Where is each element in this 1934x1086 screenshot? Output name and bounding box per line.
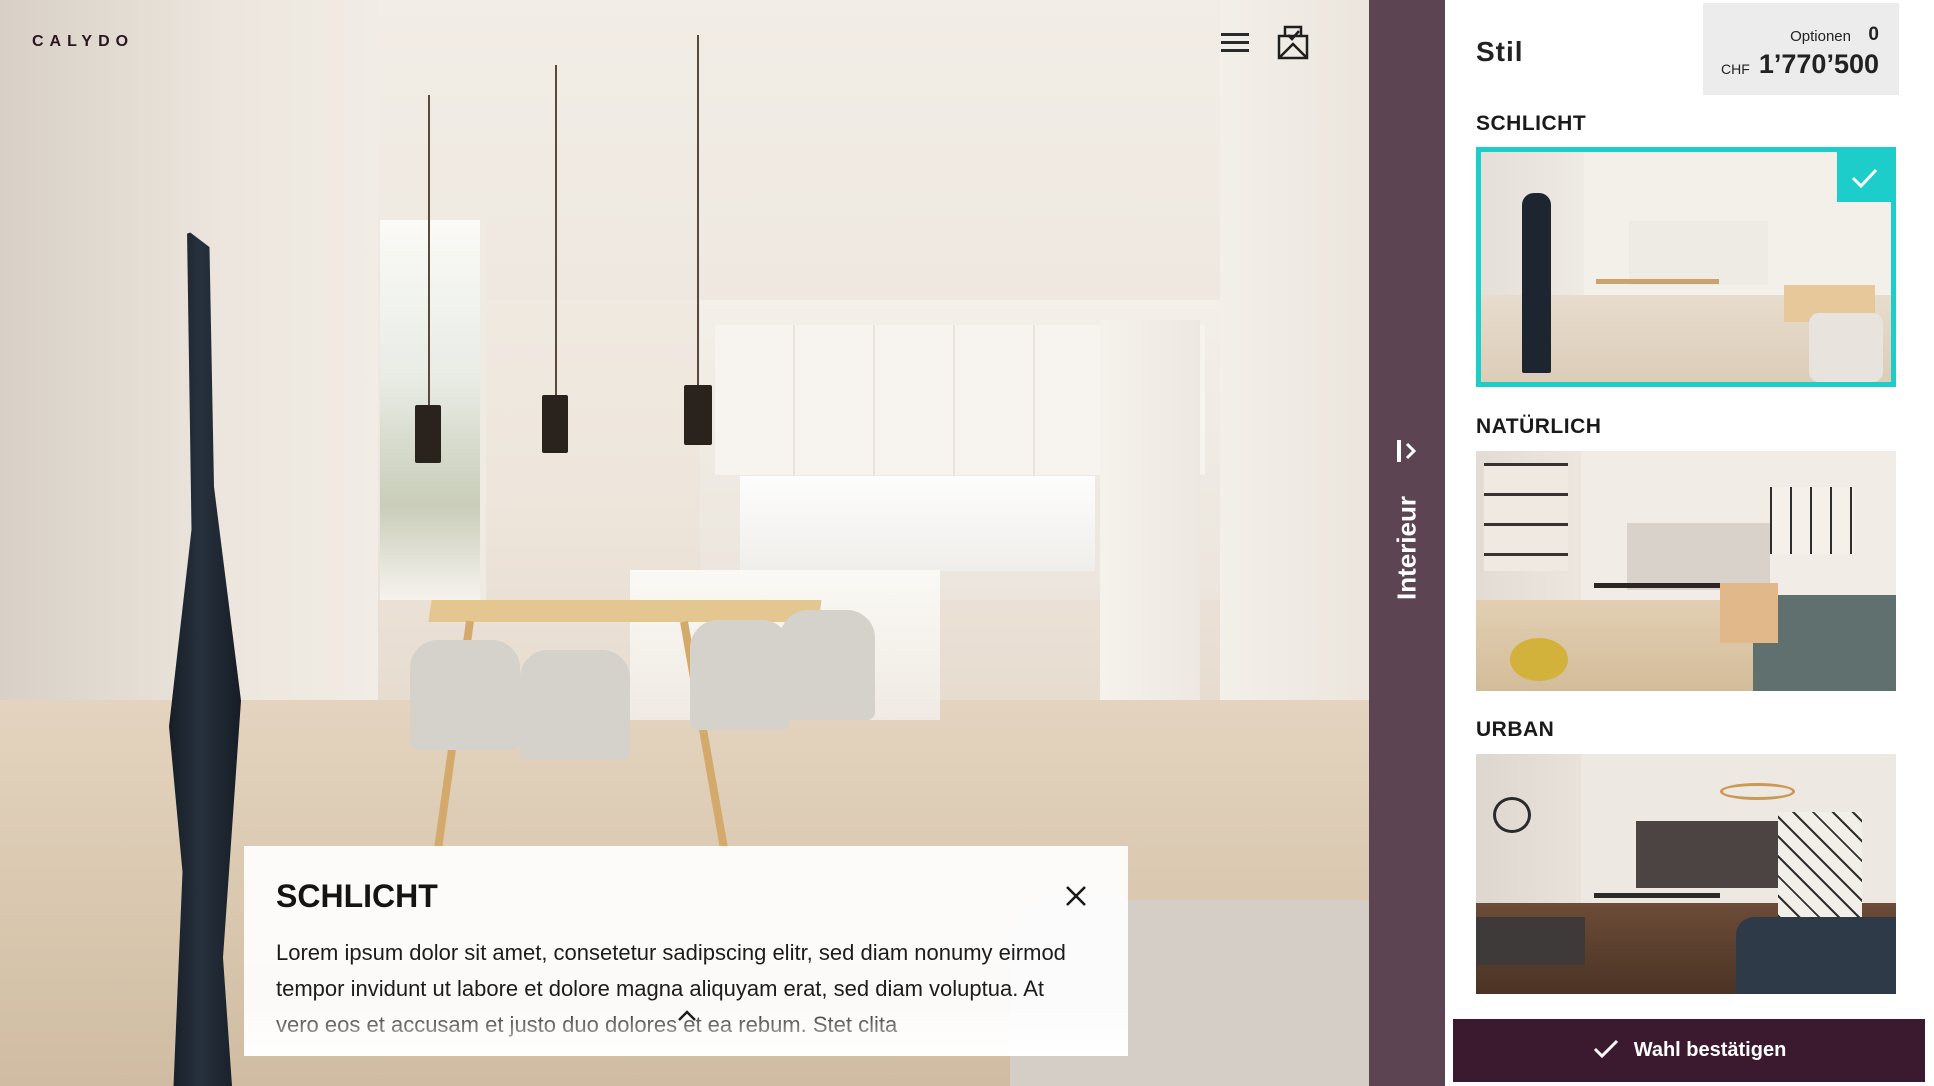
dining-chair [780, 610, 875, 720]
style-label-schlicht: SCHLICHT [1476, 112, 1587, 135]
pendant-lamp [684, 385, 712, 445]
currency-label: CHF [1721, 61, 1750, 77]
brand-logo[interactable]: CALYDO [32, 33, 134, 51]
room-right-wall [1220, 0, 1373, 820]
dining-chair [690, 620, 790, 730]
options-count: 0 [1868, 24, 1879, 45]
style-thumbnail [1476, 451, 1896, 691]
kitchen-tall-cabinet [1100, 320, 1200, 700]
confirm-selection-button[interactable]: Wahl bestätigen [1453, 1019, 1925, 1082]
pendant-lamp [415, 405, 441, 463]
tab-label: Interieur [1391, 495, 1422, 601]
style-option-urban[interactable] [1476, 754, 1896, 994]
pendant-lamp [542, 395, 568, 453]
dining-table [428, 600, 822, 622]
price-summary: Optionen 0 CHF 1’770’500 [1703, 3, 1899, 95]
close-icon[interactable] [1058, 878, 1094, 914]
dining-chair [520, 650, 630, 760]
interieur-tab[interactable]: Interieur [1369, 0, 1445, 1086]
chevron-up-icon[interactable] [673, 1006, 701, 1026]
style-label-urban: URBAN [1476, 718, 1555, 741]
style-thumbnail [1476, 754, 1896, 994]
style-label-natuerlich: NATÜRLICH [1476, 415, 1602, 438]
style-option-natuerlich[interactable] [1476, 451, 1896, 691]
info-card-title: SCHLICHT [276, 878, 438, 914]
collapse-panel-icon[interactable] [1394, 438, 1420, 464]
selected-check-badge [1837, 152, 1891, 202]
dining-chair [410, 640, 520, 750]
hamburger-menu-icon[interactable] [1221, 28, 1249, 56]
checkmark-icon [1592, 1036, 1620, 1066]
mail-check-icon[interactable] [1276, 24, 1310, 60]
total-price: 1’770’500 [1758, 49, 1879, 79]
confirm-button-label: Wahl bestätigen [1633, 1039, 1787, 1061]
pendant-cord [555, 65, 557, 395]
style-option-schlicht[interactable] [1476, 147, 1896, 387]
kitchen-backsplash [740, 476, 1095, 571]
pendant-cord [697, 35, 699, 385]
options-label: Optionen [1790, 28, 1851, 45]
style-panel: Stil Optionen 0 CHF 1’770’500 SCHLICHT N… [1445, 0, 1934, 1086]
style-thumbnail [1481, 152, 1891, 382]
pendant-cord [428, 95, 430, 405]
panel-title: Stil [1476, 36, 1524, 67]
